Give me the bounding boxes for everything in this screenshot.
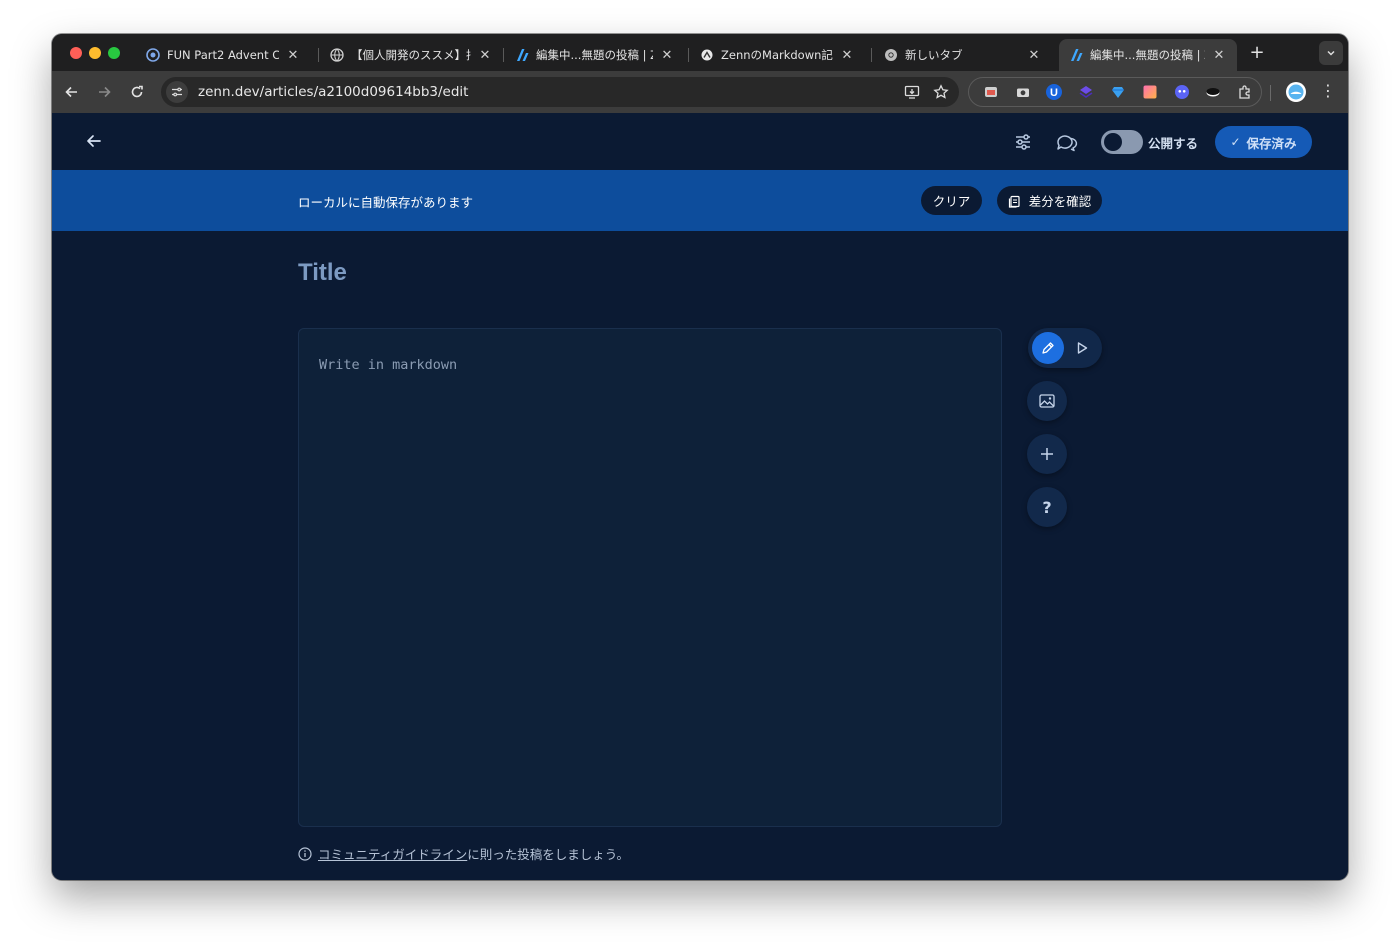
- ghost-extension-icon[interactable]: [1172, 82, 1191, 102]
- tab-zenn-editor-active[interactable]: 編集中...無題の投稿 | Zenn ✕: [1059, 39, 1237, 71]
- back-nav-icon[interactable]: [61, 81, 83, 103]
- svg-text:U: U: [1050, 87, 1058, 99]
- autosave-message: ローカルに自動保存があります: [298, 195, 474, 210]
- editor-header: 公開する ✓ 保存済み: [52, 113, 1348, 171]
- back-arrow-icon[interactable]: [84, 131, 104, 151]
- tab-kojin-kaihatsu[interactable]: 【個人開発のススメ】指導者 ✕: [320, 39, 503, 71]
- markdown-placeholder: Write in markdown: [319, 357, 458, 373]
- tab-title: 編集中...無題の投稿 | Zenn: [1090, 48, 1205, 62]
- zenn-docs-favicon-icon: [700, 48, 714, 62]
- document-diff-icon: [1008, 194, 1022, 208]
- url-text[interactable]: zenn.dev/articles/a2100d09614bb3/edit: [198, 84, 901, 100]
- browser-window: FUN Part2 Advent Calendar ✕ 【個人開発のススメ】指導…: [52, 34, 1348, 880]
- close-tab-icon[interactable]: ✕: [1211, 48, 1227, 63]
- add-block-button[interactable]: [1027, 434, 1067, 474]
- settings-sliders-icon[interactable]: [1011, 130, 1035, 154]
- forward-nav-icon[interactable]: [93, 81, 115, 103]
- community-guideline-link[interactable]: コミュニティガイドライン: [318, 844, 467, 863]
- u-extension-icon[interactable]: U: [1045, 82, 1064, 102]
- chrome-favicon-icon: [884, 48, 898, 62]
- tab-title: 新しいタブ: [905, 48, 963, 62]
- extensions-bar: U: [968, 77, 1262, 107]
- plus-icon: [1039, 446, 1055, 462]
- publish-toggle[interactable]: [1101, 130, 1143, 154]
- tab-title: 【個人開発のススメ】指導者: [351, 48, 471, 62]
- diamond-extension-icon[interactable]: [1109, 82, 1128, 102]
- check-icon: ✓: [1230, 135, 1241, 149]
- tab-title: 編集中...無題の投稿 | Zenn: [536, 48, 653, 62]
- gradient-extension-icon[interactable]: [1140, 82, 1159, 102]
- close-tab-icon[interactable]: ✕: [285, 48, 301, 63]
- layers-extension-icon[interactable]: [1077, 82, 1096, 102]
- install-app-icon[interactable]: [901, 81, 923, 103]
- tab-title: ZennのMarkdown記法一覧: [721, 48, 833, 62]
- site-info-icon[interactable]: [166, 81, 188, 103]
- community-guideline-note: コミュニティガイドライン に則った投稿をしましょう。: [298, 844, 629, 863]
- close-window-button[interactable]: [70, 47, 82, 59]
- tab-search-chevron-icon[interactable]: [1319, 41, 1343, 65]
- close-tab-icon[interactable]: ✕: [659, 48, 675, 63]
- tab-zenn-markdown[interactable]: ZennのMarkdown記法一覧 ✕: [690, 39, 865, 71]
- edit-mode-pencil-icon[interactable]: [1032, 332, 1064, 364]
- tab-title: FUN Part2 Advent Calendar: [167, 48, 279, 62]
- markdown-editor[interactable]: Write in markdown: [298, 328, 1002, 827]
- clear-button[interactable]: クリア: [921, 186, 982, 215]
- save-button[interactable]: ✓ 保存済み: [1215, 126, 1312, 158]
- preview-play-icon[interactable]: [1071, 337, 1093, 359]
- new-tab-icon[interactable]: +: [1247, 42, 1267, 63]
- profile-avatar[interactable]: [1286, 82, 1306, 102]
- title-input[interactable]: Title: [298, 259, 898, 295]
- autosave-banner: ローカルに自動保存があります クリア 差分を確認: [52, 170, 1348, 231]
- close-tab-icon[interactable]: ✕: [1026, 48, 1042, 63]
- edit-preview-toggle: [1028, 328, 1102, 368]
- check-diff-label: 差分を確認: [1028, 194, 1092, 209]
- help-button[interactable]: ?: [1027, 487, 1067, 527]
- info-icon: [298, 846, 312, 861]
- publish-label: 公開する: [1148, 136, 1199, 151]
- close-tab-icon[interactable]: ✕: [477, 48, 493, 63]
- bookmark-star-icon[interactable]: [930, 81, 952, 103]
- image-icon: [1038, 392, 1056, 410]
- minimize-window-button[interactable]: [89, 47, 101, 59]
- tab-zenn-editor-1[interactable]: 編集中...無題の投稿 | Zenn ✕: [505, 39, 685, 71]
- puzzle-extensions-icon[interactable]: [1236, 82, 1255, 102]
- tab-strip: FUN Part2 Advent Calendar ✕ 【個人開発のススメ】指導…: [52, 34, 1348, 71]
- toggle-knob: [1104, 133, 1122, 151]
- camera-extension-icon[interactable]: [1013, 82, 1032, 102]
- more-menu-icon[interactable]: ⋮: [1320, 81, 1336, 100]
- insert-image-button[interactable]: [1027, 381, 1067, 421]
- guideline-text: に則った投稿をしましょう。: [467, 847, 630, 862]
- zenn-editor-page: 公開する ✓ 保存済み ローカルに自動保存があります クリア 差分を確認 Tit…: [52, 113, 1348, 880]
- tab-new-tab[interactable]: 新しいタブ ✕: [874, 39, 1052, 71]
- zenn-favicon-icon: [1069, 48, 1083, 62]
- reload-icon[interactable]: [126, 81, 148, 103]
- disc-extension-icon[interactable]: [1204, 82, 1223, 102]
- zenn-favicon-icon: [515, 48, 529, 62]
- tab-fun-advent[interactable]: FUN Part2 Advent Calendar ✕: [136, 39, 311, 71]
- comments-icon[interactable]: [1054, 130, 1078, 154]
- save-button-label: 保存済み: [1246, 135, 1297, 151]
- maximize-window-button[interactable]: [108, 47, 120, 59]
- check-diff-button[interactable]: 差分を確認: [997, 186, 1102, 215]
- browser-toolbar: zenn.dev/articles/a2100d09614bb3/edit U: [52, 71, 1348, 113]
- calendar-favicon-icon: [146, 48, 160, 62]
- globe-favicon-icon: [330, 48, 344, 62]
- address-bar[interactable]: zenn.dev/articles/a2100d09614bb3/edit: [161, 77, 959, 107]
- close-tab-icon[interactable]: ✕: [839, 48, 855, 63]
- screenshot-extension-icon[interactable]: [982, 82, 1001, 102]
